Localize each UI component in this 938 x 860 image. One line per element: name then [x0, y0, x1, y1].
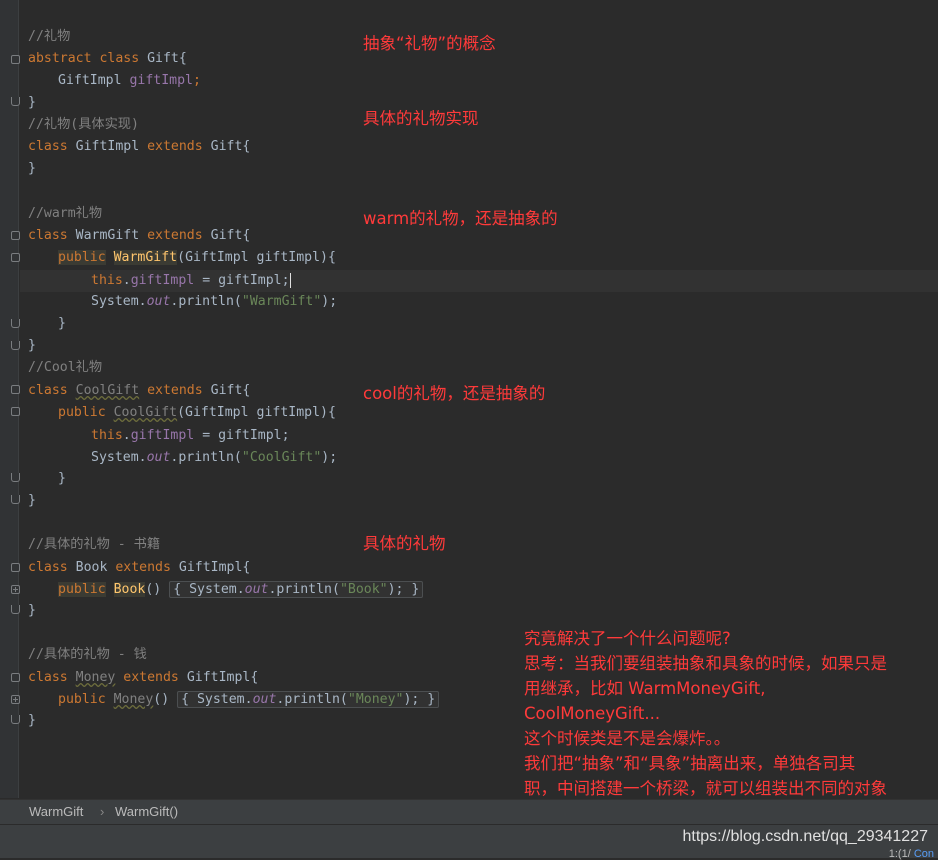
fold-end-icon[interactable]	[11, 319, 20, 328]
code-line: }	[28, 161, 36, 176]
watermark: https://blog.csdn.net/qq_29341227	[682, 828, 928, 845]
code-line: class CoolGift extends Gift{	[28, 383, 251, 398]
code-line: System.out.println("WarmGift");	[91, 294, 338, 309]
fold-marker-icon[interactable]	[11, 563, 20, 572]
code-line: }	[58, 471, 66, 486]
annotation-line: 究竟解决了一个什么问题呢?	[524, 629, 731, 648]
annotation-explanation: 究竟解决了一个什么问题呢? 思考：当我们要组装抽象和具象的时候，如果只是 用继承…	[524, 626, 934, 815]
breadcrumb-item-class[interactable]: WarmGift	[29, 804, 83, 819]
status-link[interactable]: Con	[914, 848, 934, 860]
code-line: class Money extends GiftImpl{	[28, 670, 259, 685]
code-line: }	[28, 493, 36, 508]
fold-marker-icon[interactable]	[11, 407, 20, 416]
fold-end-icon[interactable]	[11, 715, 20, 724]
code-line: this.giftImpl = giftImpl;	[91, 428, 290, 443]
code-line: public Book() { System.out.println("Book…	[58, 579, 424, 601]
fold-expand-icon[interactable]	[11, 585, 20, 594]
fold-end-icon[interactable]	[11, 341, 20, 350]
fold-end-icon[interactable]	[11, 605, 20, 614]
fold-marker-icon[interactable]	[11, 55, 20, 64]
annotation-line: 思考：当我们要组装抽象和具象的时候，如果只是	[524, 654, 887, 673]
code-line: }	[58, 316, 66, 331]
code-line: }	[28, 95, 36, 110]
code-line: //礼物	[28, 29, 71, 44]
fold-expand-icon[interactable]	[11, 695, 20, 704]
breadcrumb: WarmGift › WarmGift()	[0, 799, 938, 825]
breadcrumb-separator-icon: ›	[100, 804, 105, 819]
code-line: public Money() { System.out.println("Mon…	[58, 689, 440, 711]
fold-marker-icon[interactable]	[11, 231, 20, 240]
code-line: class GiftImpl extends Gift{	[28, 139, 251, 154]
fold-marker-icon[interactable]	[11, 253, 20, 262]
annotation-concrete-gift: 具体的礼物	[363, 534, 446, 553]
code-line: //具体的礼物 - 书籍	[28, 537, 161, 552]
code-line: }	[28, 713, 36, 728]
annotation-abstract-gift: 抽象“礼物”的概念	[363, 34, 496, 53]
code-line: }	[28, 603, 36, 618]
code-line: //礼物(具体实现)	[28, 117, 139, 132]
code-line: }	[28, 338, 36, 353]
fold-end-icon[interactable]	[11, 495, 20, 504]
breadcrumb-item-method[interactable]: WarmGift()	[115, 804, 178, 819]
text-caret	[289, 273, 291, 288]
annotation-line: 我们把“抽象”和“具象”抽离出来，单独各司其	[524, 754, 856, 773]
fold-end-icon[interactable]	[11, 473, 20, 482]
code-line: public CoolGift(GiftImpl giftImpl){	[58, 405, 336, 420]
code-line: public WarmGift(GiftImpl giftImpl){	[58, 250, 336, 265]
annotation-line: 这个时候类是不是会爆炸。。	[524, 729, 731, 748]
editor-gutter	[0, 0, 20, 798]
code-line: this.giftImpl = giftImpl;	[91, 273, 291, 288]
code-line: class Book extends GiftImpl{	[28, 560, 251, 575]
annotation-gift-impl: 具体的礼物实现	[363, 109, 479, 128]
code-line: abstract class Gift{	[28, 51, 187, 66]
annotation-cool-gift: cool的礼物，还是抽象的	[363, 384, 546, 403]
folded-code-block[interactable]: { System.out.println("Book"); }	[169, 581, 424, 598]
annotation-line: 职，中间搭建一个桥梁，就可以组装出不同的对象	[524, 779, 887, 798]
status-position: 1:(1/ Con	[888, 848, 934, 860]
annotation-line: 用继承，比如 WarmMoneyGift,	[524, 679, 766, 698]
code-line: System.out.println("CoolGift");	[91, 450, 338, 465]
code-line: //Cool礼物	[28, 360, 103, 375]
fold-end-icon[interactable]	[11, 97, 20, 106]
fold-marker-icon[interactable]	[11, 673, 20, 682]
code-line: //warm礼物	[28, 206, 103, 221]
folded-code-block[interactable]: { System.out.println("Money"); }	[177, 691, 440, 708]
annotation-warm-gift: warm的礼物，还是抽象的	[363, 209, 558, 228]
fold-marker-icon[interactable]	[11, 385, 20, 394]
code-line: GiftImpl giftImpl;	[58, 73, 201, 88]
code-line: class WarmGift extends Gift{	[28, 228, 251, 243]
code-line: //具体的礼物 - 钱	[28, 647, 147, 662]
annotation-line: CoolMoneyGift...	[524, 704, 661, 723]
